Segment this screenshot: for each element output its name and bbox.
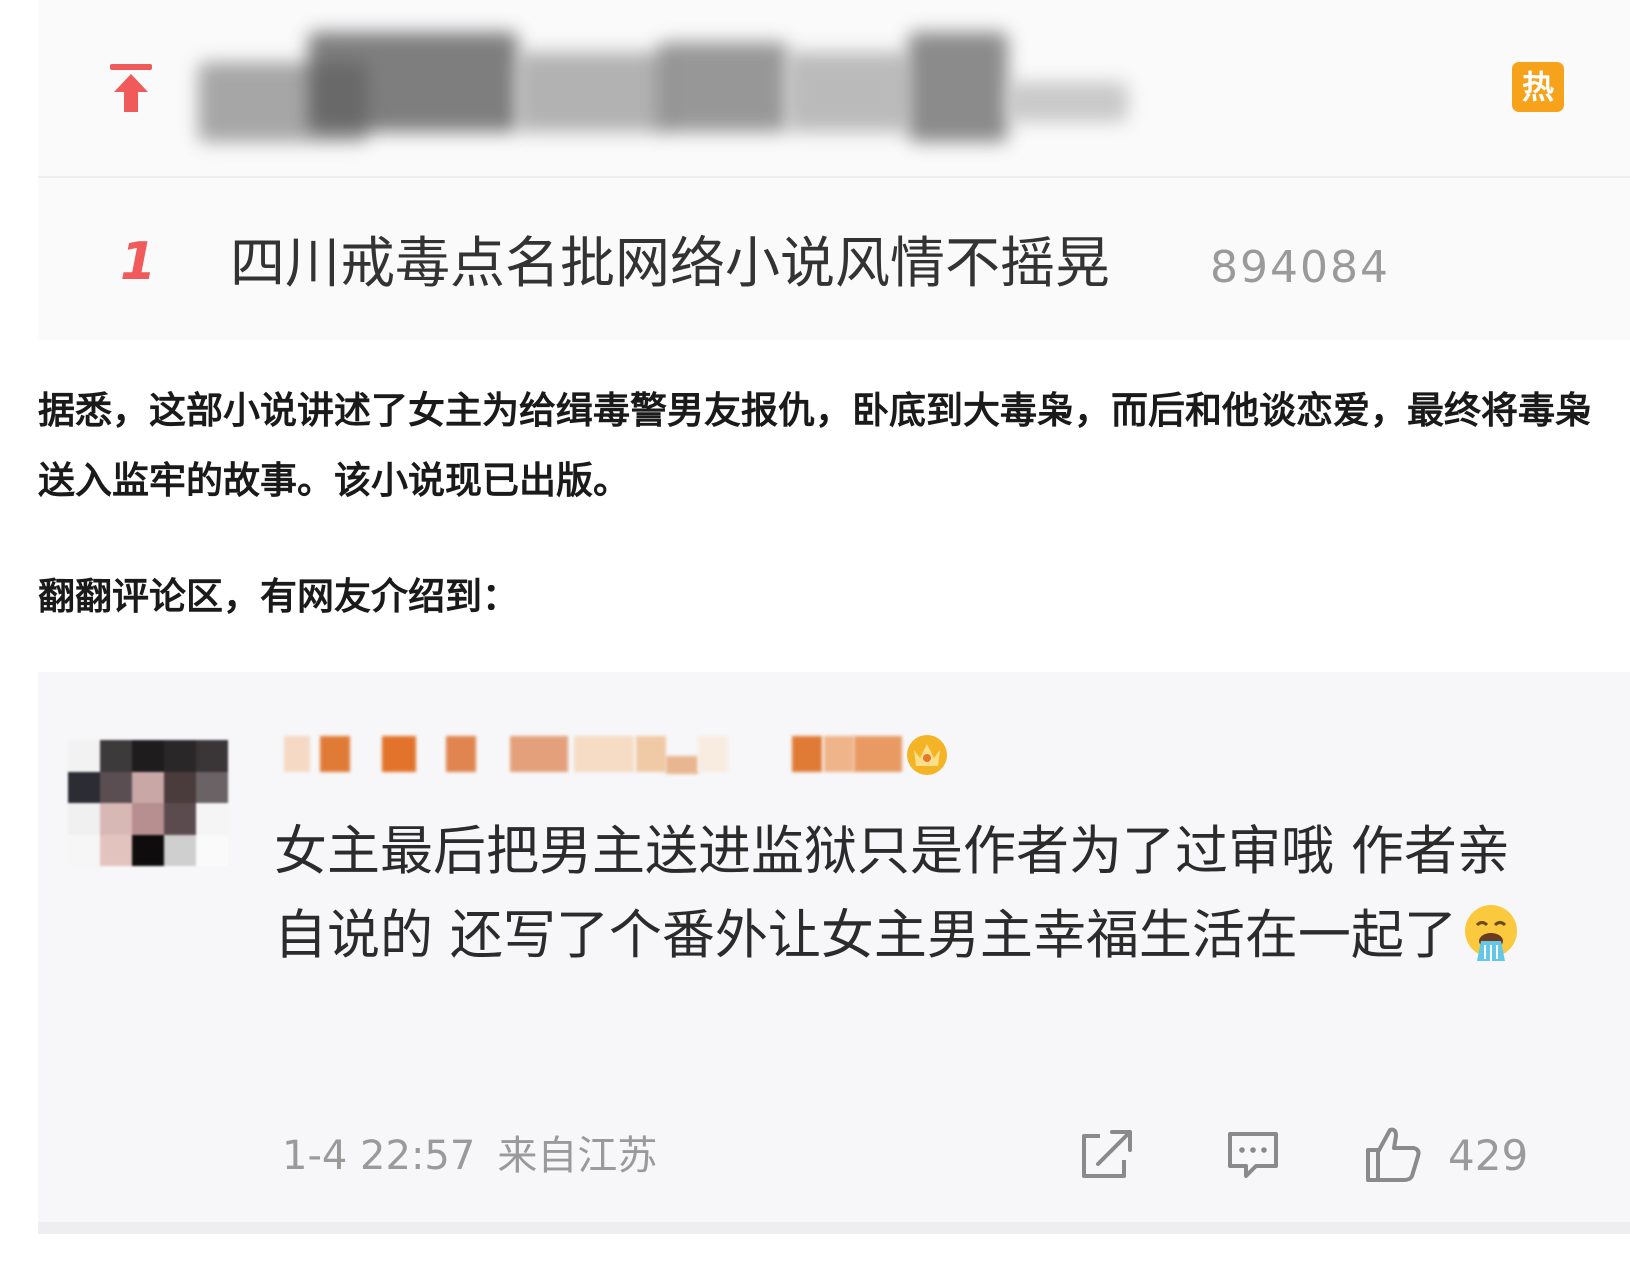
bottom-separator [38,1222,1630,1234]
comment-timestamp: 1-4 22:57 [282,1133,476,1179]
comment-text: 女主最后把男主送进监狱只是作者为了过审哦 作者亲自说的 还写了个番外让女主男主幸… [274,821,1510,966]
comment-card: 女主最后把男主送进监狱只是作者为了过审哦 作者亲自说的 还写了个番外让女主男主幸… [38,672,1630,1222]
comment-body: 女主最后把男主送进监狱只是作者为了过审哦 作者亲自说的 还写了个番外让女主男主幸… [274,810,1524,978]
hot-search-pinned-row[interactable]: 热 [38,0,1630,172]
comment-location: 来自江苏 [497,1133,658,1179]
redacted-pinned-title [188,22,1138,152]
vomit-emoji-icon [1464,905,1517,961]
article-paragraph: 翻翻评论区，有网友介绍到： [38,575,519,618]
pinned-top-arrow-icon [110,64,152,112]
comment-meta: 1-4 22:57 来自江苏 [282,1126,657,1186]
thumbs-up-icon[interactable] [1362,1124,1424,1184]
article-paragraph: 据悉，这部小说讲述了女主为给缉毒警男友报仇，卧底到大毒枭，而后和他谈恋爱，最终将… [38,389,1592,502]
like-count: 429 [1448,1131,1529,1180]
avatar[interactable] [68,740,228,866]
hot-search-panel: 热 1 四川戒毒点名批网络小说风情不摇晃 894084 [38,0,1630,340]
hot-badge: 热 [1512,62,1564,112]
hot-search-item-1[interactable]: 1 四川戒毒点名批网络小说风情不摇晃 894084 [38,180,1630,340]
hot-search-count: 894084 [1210,242,1390,293]
row-divider [38,176,1630,178]
share-icon[interactable] [1078,1124,1136,1184]
redacted-username[interactable] [284,730,924,780]
hot-search-title[interactable]: 四川戒毒点名批网络小说风情不摇晃 [230,228,1110,298]
crown-badge-icon [907,735,947,775]
comment-icon[interactable] [1224,1124,1282,1184]
rank-number: 1 [120,232,157,292]
